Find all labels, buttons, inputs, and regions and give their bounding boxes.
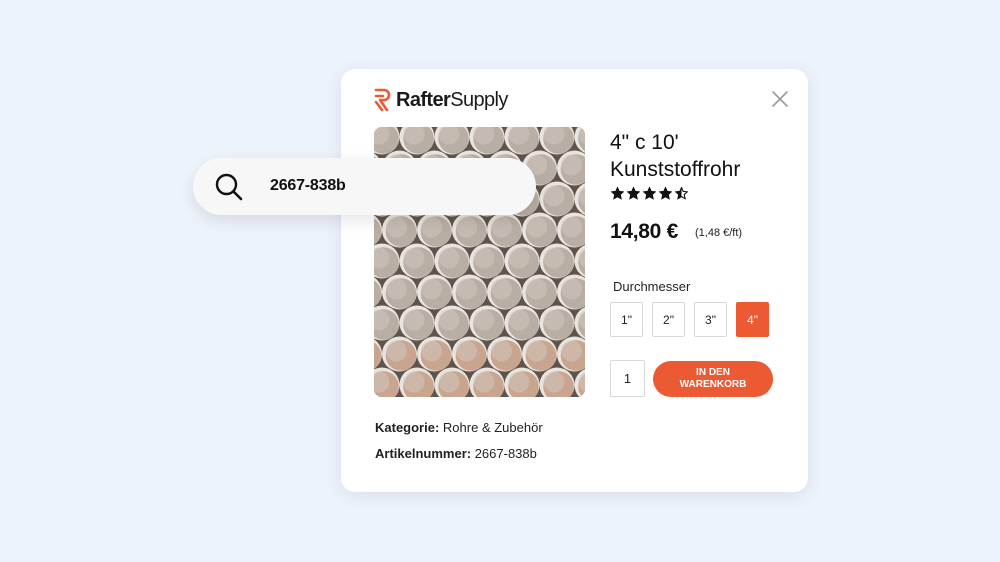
star-full-icon (643, 187, 656, 200)
pipe-end (452, 336, 487, 372)
star-half-icon (675, 187, 688, 200)
pipe-end (504, 305, 540, 341)
search-input[interactable]: 2667-838b (270, 177, 346, 195)
pipe-end (452, 212, 487, 248)
brand-logo[interactable]: RafterSupply (374, 87, 508, 113)
category-row: Kategorie: Rohre & Zubehör (375, 420, 543, 435)
star-full-icon (659, 187, 672, 200)
rafter-supply-logo-icon (374, 88, 391, 112)
pipe-end (417, 274, 452, 310)
pipe-end (522, 274, 557, 310)
sku-label: Artikelnummer: (375, 446, 472, 461)
category-value: Rohre & Zubehör (442, 420, 543, 435)
pipe-end (417, 336, 452, 372)
size-option-1[interactable]: 1" (610, 302, 643, 337)
size-option-3[interactable]: 3" (694, 302, 727, 337)
pipe-end (487, 336, 522, 372)
pipe-end (469, 243, 505, 279)
pipe-end (399, 305, 435, 341)
size-options: 1" 2" 3" 4" (610, 302, 769, 337)
pipe-end (452, 274, 487, 310)
add-to-cart-button[interactable]: IN DEN WARENKORB (653, 361, 773, 397)
product-price: 14,80 € (610, 220, 678, 243)
pipe-end (504, 243, 540, 279)
pipe-end (434, 243, 470, 279)
pipe-end (417, 212, 452, 248)
pipe-end (539, 181, 575, 217)
pipe-end (487, 212, 522, 248)
pipe-end (522, 212, 557, 248)
pipe-end (539, 243, 575, 279)
star-full-icon (627, 187, 640, 200)
sku-value: 2667-838b (474, 446, 537, 461)
pipe-end (399, 243, 435, 279)
star-rating (611, 187, 688, 200)
sku-row: Artikelnummer: 2667-838b (375, 446, 537, 461)
pipe-end (469, 305, 505, 341)
pipe-end (382, 212, 417, 248)
brand-name: RafterSupply (396, 88, 508, 111)
pipe-end (522, 336, 557, 372)
pipe-end (539, 305, 575, 341)
star-full-icon (611, 187, 624, 200)
pipe-end (382, 336, 417, 372)
search-bar[interactable]: 2667-838b (193, 158, 536, 215)
size-option-2[interactable]: 2" (652, 302, 685, 337)
pipe-end (382, 274, 417, 310)
unit-price: (1,48 €/ft) (695, 227, 743, 239)
close-icon[interactable] (770, 89, 790, 109)
search-icon (215, 173, 243, 201)
product-title: 4" c 10' Kunststoffrohr (610, 131, 741, 181)
add-to-cart-label: IN DEN WARENKORB (679, 367, 747, 390)
size-option-4[interactable]: 4" (736, 302, 769, 337)
quantity-input[interactable]: 1 (610, 360, 645, 397)
pipe-end (434, 305, 470, 341)
pipe-end (487, 274, 522, 310)
diameter-label: Durchmesser (613, 279, 691, 294)
product-quickview-card: RafterSupply Kategorie: Rohre & Zubehör … (341, 69, 808, 492)
category-label: Kategorie: (375, 420, 440, 435)
